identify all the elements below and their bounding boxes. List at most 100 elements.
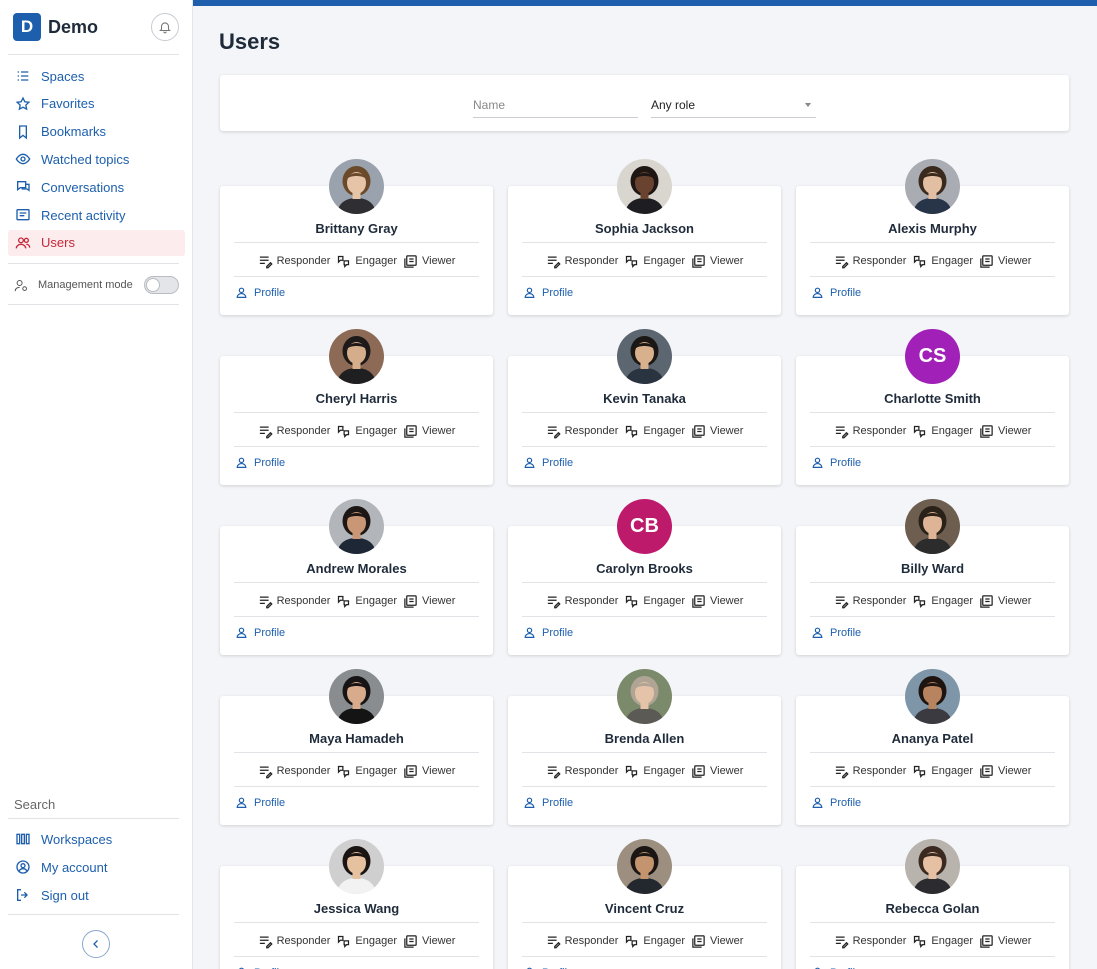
- profile-label: Profile: [254, 286, 286, 299]
- profile-link[interactable]: Profile: [235, 286, 285, 299]
- sidebar-item-account[interactable]: My account: [8, 854, 185, 880]
- user-name[interactable]: Kevin Tanaka: [508, 391, 781, 406]
- responder-icon: [547, 426, 561, 438]
- avatar[interactable]: [905, 499, 960, 554]
- avatar[interactable]: [617, 329, 672, 384]
- profile-link[interactable]: Profile: [523, 456, 573, 469]
- role-list: Responder Engager Viewer: [508, 931, 781, 951]
- divider: [234, 446, 479, 447]
- avatar[interactable]: [329, 669, 384, 724]
- role-list: Responder Engager Viewer: [508, 421, 781, 441]
- engager-icon: [338, 595, 350, 608]
- sidebar-item-label: Watched topics: [41, 151, 130, 167]
- brand-name[interactable]: Demo: [48, 17, 98, 38]
- user-name[interactable]: Sophia Jackson: [508, 221, 781, 236]
- sidebar-item-recent[interactable]: Recent activity: [8, 202, 185, 228]
- sidebar-item-spaces[interactable]: Spaces: [8, 63, 185, 89]
- search-label[interactable]: Search: [14, 797, 55, 812]
- bell-icon: [159, 22, 171, 34]
- avatar[interactable]: [905, 159, 960, 214]
- sidebar-item-signout[interactable]: Sign out: [8, 882, 185, 908]
- user-name[interactable]: Carolyn Brooks: [508, 561, 781, 576]
- sidebar-item-conversations[interactable]: Conversations: [8, 174, 185, 200]
- user-card: CS Responder Engager Viewer Profile Charlotte…: [796, 329, 1069, 485]
- avatar[interactable]: [905, 669, 960, 724]
- collapse-sidebar-button[interactable]: [82, 930, 110, 958]
- sidebar-item-watched[interactable]: Watched topics: [8, 146, 185, 172]
- role-badge-viewer: Viewer: [691, 764, 743, 779]
- notifications-button[interactable]: [151, 13, 179, 41]
- user-name[interactable]: Charlotte Smith: [796, 391, 1069, 406]
- avatar[interactable]: [617, 839, 672, 894]
- sidebar-item-workspaces[interactable]: Workspaces: [8, 826, 185, 852]
- divider: [810, 956, 1055, 957]
- engager-icon: [338, 765, 350, 778]
- avatar[interactable]: [329, 159, 384, 214]
- sidebar-item-bookmarks[interactable]: Bookmarks: [8, 119, 185, 145]
- responder-icon: [835, 426, 849, 438]
- sidebar-item-users[interactable]: Users: [8, 229, 185, 256]
- user-name[interactable]: Brenda Allen: [508, 731, 781, 746]
- user-name[interactable]: Rebecca Golan: [796, 901, 1069, 916]
- viewer-icon: [980, 424, 993, 438]
- role-badge-responder: Responder: [834, 254, 906, 269]
- sidebar-item-label: My account: [41, 859, 108, 875]
- user-name[interactable]: Andrew Morales: [220, 561, 493, 576]
- avatar[interactable]: [329, 839, 384, 894]
- divider: [234, 276, 479, 277]
- divider: [8, 263, 179, 264]
- user-name[interactable]: Maya Hamadeh: [220, 731, 493, 746]
- star-icon: [14, 95, 32, 113]
- name-search-input[interactable]: [473, 92, 638, 118]
- avatar[interactable]: CB: [617, 499, 672, 554]
- profile-link[interactable]: Profile: [235, 456, 285, 469]
- profile-link[interactable]: Profile: [235, 796, 285, 809]
- responder-icon: [547, 936, 561, 948]
- role-badge-viewer: Viewer: [691, 254, 743, 269]
- profile-link[interactable]: Profile: [811, 286, 861, 299]
- user-name[interactable]: Cheryl Harris: [220, 391, 493, 406]
- avatar[interactable]: [617, 159, 672, 214]
- role-badge-engager: Engager: [912, 934, 973, 949]
- profile-link[interactable]: Profile: [811, 626, 861, 639]
- divider: [810, 922, 1055, 923]
- brand-logo[interactable]: D: [13, 13, 41, 41]
- avatar[interactable]: [905, 839, 960, 894]
- user-name[interactable]: Vincent Cruz: [508, 901, 781, 916]
- divider: [234, 786, 479, 787]
- sidebar-item-favorites[interactable]: Favorites: [8, 91, 185, 117]
- profile-link[interactable]: Profile: [523, 626, 573, 639]
- profile-link[interactable]: Profile: [235, 626, 285, 639]
- user-name[interactable]: Brittany Gray: [220, 221, 493, 236]
- avatar[interactable]: [329, 329, 384, 384]
- user-name[interactable]: Ananya Patel: [796, 731, 1069, 746]
- top-accent-bar: [193, 0, 1097, 6]
- engager-icon: [914, 595, 926, 608]
- divider: [8, 914, 179, 915]
- profile-link[interactable]: Profile: [811, 456, 861, 469]
- role-label: Viewer: [421, 425, 456, 437]
- avatar[interactable]: [329, 499, 384, 554]
- role-badge-engager: Engager: [336, 254, 397, 269]
- management-mode-toggle[interactable]: [144, 276, 179, 294]
- role-select[interactable]: Any role: [651, 92, 816, 118]
- avatar[interactable]: [617, 669, 672, 724]
- user-name[interactable]: Jessica Wang: [220, 901, 493, 916]
- divider: [810, 242, 1055, 243]
- role-badge-viewer: Viewer: [403, 594, 455, 609]
- avatar[interactable]: CS: [905, 329, 960, 384]
- role-badge-engager: Engager: [624, 594, 685, 609]
- profile-link[interactable]: Profile: [523, 796, 573, 809]
- profile-link[interactable]: Profile: [811, 796, 861, 809]
- sidebar-item-label: Recent activity: [41, 207, 126, 223]
- users-icon: [14, 234, 32, 252]
- user-name[interactable]: Alexis Murphy: [796, 221, 1069, 236]
- profile-link[interactable]: Profile: [523, 286, 573, 299]
- user-name[interactable]: Billy Ward: [796, 561, 1069, 576]
- role-label: Responder: [852, 425, 907, 437]
- viewer-icon: [692, 934, 705, 948]
- responder-icon: [547, 256, 561, 268]
- chat-icon: [14, 178, 32, 196]
- user-card: ResponderEngagerViewerProfileJessica Wan…: [220, 839, 493, 969]
- person-icon: [236, 797, 247, 808]
